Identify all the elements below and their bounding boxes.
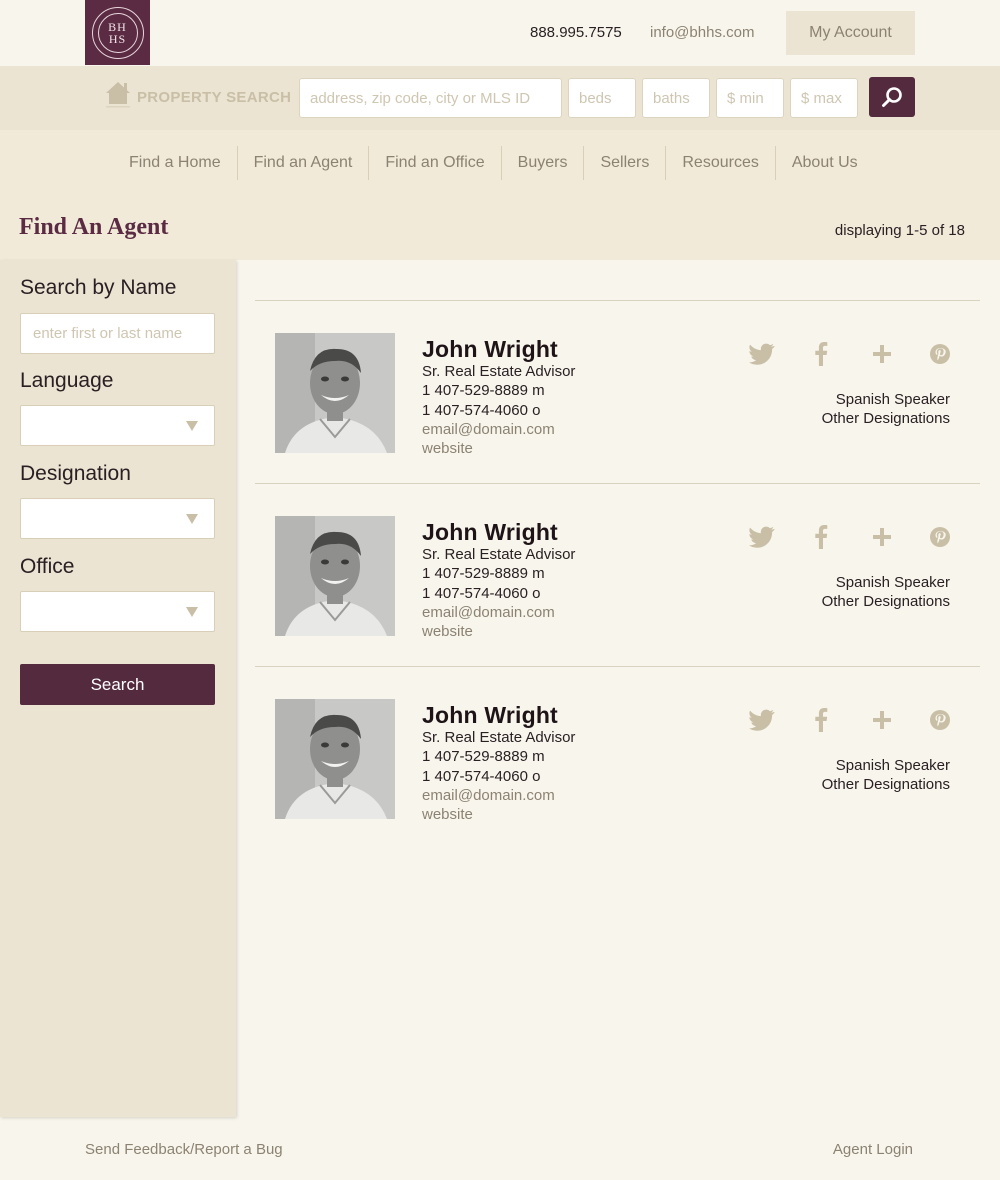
nav-resources[interactable]: Resources (666, 146, 776, 180)
agent-portrait (275, 333, 395, 453)
agent-email-link[interactable]: email@domain.com (422, 787, 555, 804)
designation-label: Designation (20, 462, 131, 485)
google-plus-icon[interactable] (869, 707, 895, 733)
agent-name-input[interactable] (20, 313, 215, 354)
agent-card: John Wright Sr. Real Estate Advisor 1 40… (255, 484, 980, 667)
agent-photo[interactable] (275, 699, 395, 819)
logo-monogram: BH HS (97, 12, 138, 53)
language-label: Language (20, 369, 114, 392)
beds-input[interactable] (568, 78, 636, 118)
logo-seal: BH HS (91, 6, 144, 59)
chevron-down-icon (186, 421, 198, 431)
office-label: Office (20, 555, 75, 578)
agent-photo[interactable] (275, 516, 395, 636)
nav-sellers[interactable]: Sellers (584, 146, 667, 180)
nav-find-an-office[interactable]: Find an Office (369, 146, 502, 180)
agent-title: Sr. Real Estate Advisor (422, 363, 576, 380)
agent-office-phone[interactable]: 1 407-574-4060 o (422, 402, 540, 419)
main-nav: Find a Home Find an Agent Find an Office… (0, 130, 1000, 200)
agent-language: Spanish Speaker (835, 757, 950, 774)
bhhs-logo[interactable]: BH HS (85, 0, 150, 65)
property-search-button[interactable] (869, 77, 915, 117)
home-icon (106, 82, 130, 108)
agent-office-phone[interactable]: 1 407-574-4060 o (422, 768, 540, 785)
agent-title: Sr. Real Estate Advisor (422, 729, 576, 746)
results-count: displaying 1-5 of 18 (834, 222, 965, 239)
price-max-input[interactable] (790, 78, 858, 118)
google-plus-icon[interactable] (869, 524, 895, 550)
title-row: Find An Agent displaying 1-5 of 18 (0, 200, 1000, 260)
twitter-icon[interactable] (749, 707, 775, 733)
baths-input[interactable] (642, 78, 710, 118)
my-account-button[interactable]: My Account (786, 11, 915, 55)
agent-login-link[interactable]: Agent Login (833, 1141, 913, 1158)
agent-office-phone[interactable]: 1 407-574-4060 o (422, 585, 540, 602)
agent-results: John Wright Sr. Real Estate Advisor 1 40… (255, 300, 980, 850)
agent-filter-sidebar: Search by Name Language Designation Offi… (0, 260, 236, 1117)
agent-photo[interactable] (275, 333, 395, 453)
designation-select[interactable] (20, 498, 215, 539)
office-select[interactable] (20, 591, 215, 632)
search-icon (882, 87, 902, 107)
agent-website-link[interactable]: website (422, 440, 473, 457)
google-plus-icon[interactable] (869, 341, 895, 367)
price-min-input[interactable] (716, 78, 784, 118)
facebook-icon[interactable] (808, 707, 834, 733)
agent-email-link[interactable]: email@domain.com (422, 604, 555, 621)
nav-find-an-agent[interactable]: Find an Agent (238, 146, 370, 180)
property-search-bar: PROPERTY SEARCH (0, 66, 1000, 130)
facebook-icon[interactable] (808, 341, 834, 367)
agent-card: John Wright Sr. Real Estate Advisor 1 40… (255, 301, 980, 484)
chevron-down-icon (186, 514, 198, 524)
twitter-icon[interactable] (749, 341, 775, 367)
page-title: Find An Agent (19, 214, 169, 240)
header-email[interactable]: info@bhhs.com (650, 24, 754, 41)
facebook-icon[interactable] (808, 524, 834, 550)
language-select[interactable] (20, 405, 215, 446)
top-bar: BH HS 888.995.7575 info@bhhs.com My Acco… (0, 0, 1000, 66)
agent-search-button[interactable]: Search (20, 664, 215, 705)
agent-mobile-phone[interactable]: 1 407-529-8889 m (422, 748, 545, 765)
nav-about-us[interactable]: About Us (776, 146, 874, 180)
nav-find-a-home[interactable]: Find a Home (113, 146, 238, 180)
nav-buyers[interactable]: Buyers (502, 146, 585, 180)
pinterest-icon[interactable] (927, 524, 953, 550)
agent-designations[interactable]: Other Designations (822, 410, 950, 427)
agent-name[interactable]: John Wright (422, 702, 558, 729)
agent-mobile-phone[interactable]: 1 407-529-8889 m (422, 565, 545, 582)
search-by-name-label: Search by Name (20, 276, 177, 299)
agent-card: John Wright Sr. Real Estate Advisor 1 40… (255, 667, 980, 850)
agent-designations[interactable]: Other Designations (822, 593, 950, 610)
agent-portrait (275, 699, 395, 819)
agent-website-link[interactable]: website (422, 623, 473, 640)
agent-name[interactable]: John Wright (422, 519, 558, 546)
pinterest-icon[interactable] (927, 707, 953, 733)
agent-website-link[interactable]: website (422, 806, 473, 823)
agent-language: Spanish Speaker (835, 574, 950, 591)
agent-language: Spanish Speaker (835, 391, 950, 408)
pinterest-icon[interactable] (927, 341, 953, 367)
property-search-label: PROPERTY SEARCH (137, 89, 292, 106)
address-search-input[interactable] (299, 78, 562, 118)
agent-email-link[interactable]: email@domain.com (422, 421, 555, 438)
agent-designations[interactable]: Other Designations (822, 776, 950, 793)
feedback-link[interactable]: Send Feedback/Report a Bug (85, 1141, 283, 1158)
agent-portrait (275, 516, 395, 636)
agent-title: Sr. Real Estate Advisor (422, 546, 576, 563)
agent-mobile-phone[interactable]: 1 407-529-8889 m (422, 382, 545, 399)
agent-name[interactable]: John Wright (422, 336, 558, 363)
twitter-icon[interactable] (749, 524, 775, 550)
header-phone[interactable]: 888.995.7575 (530, 24, 622, 41)
chevron-down-icon (186, 607, 198, 617)
